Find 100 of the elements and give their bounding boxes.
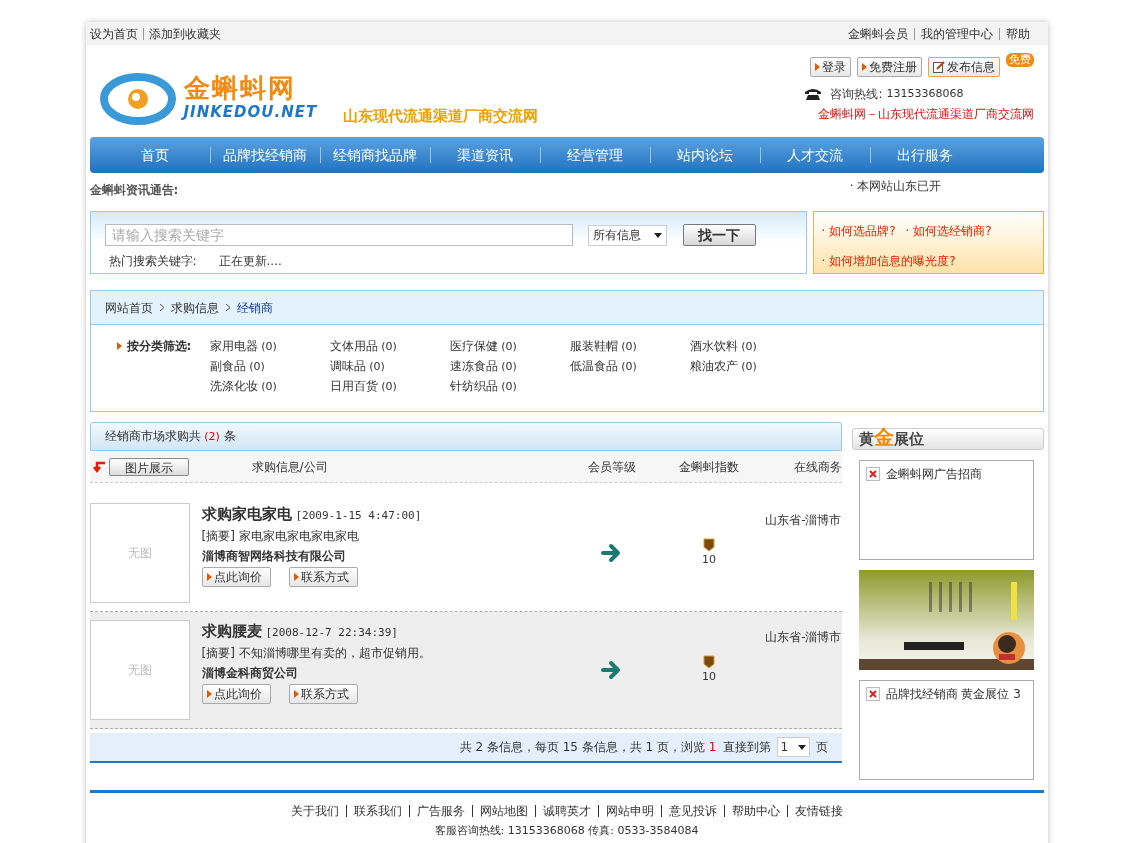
footer-link[interactable]: 网站地图 (471, 805, 535, 817)
arrow-right-icon (600, 543, 623, 563)
nav-item[interactable]: 经销商找品牌 (319, 147, 430, 163)
page-unit: 页 (815, 739, 828, 756)
phone-icon (804, 88, 823, 100)
breadcrumb-link[interactable]: 求购信息 (170, 298, 219, 317)
nav-item[interactable]: 人才交流 (759, 147, 870, 163)
tip-link[interactable]: · 如何选经销商? (905, 222, 992, 240)
page-select[interactable]: 1 (776, 737, 810, 757)
shield-icon (703, 537, 715, 552)
account-button[interactable]: 登录 (809, 57, 851, 77)
edit-icon (932, 61, 945, 73)
nav-item[interactable]: 渠道资讯 (429, 147, 540, 163)
top-link[interactable]: 金蝌蚪会员 (841, 27, 914, 40)
account-button[interactable]: 发布信息 (927, 57, 1000, 77)
caret-down-icon (797, 744, 806, 750)
location: 山东省-淄博市 (764, 512, 842, 529)
category-link[interactable]: 家用电器 (0) (209, 337, 330, 355)
listing-time: [2008-12-7 22:34:39] (265, 625, 398, 641)
listing-title[interactable]: 求购腰麦 (201, 620, 262, 643)
nav-item[interactable]: 品牌找经销商 (209, 147, 320, 163)
footer-link[interactable]: 网站申明 (597, 805, 661, 817)
category-link[interactable]: 调味品 (0) (329, 357, 450, 375)
action-button[interactable]: 联系方式 (288, 566, 358, 587)
triangle-icon (206, 689, 212, 698)
listing-title[interactable]: 求购家电家电 (201, 503, 292, 526)
broken-image-icon (865, 687, 880, 701)
no-image-label: 无图 (127, 662, 152, 679)
account-button[interactable]: 免费注册 (856, 57, 922, 77)
ad-slot[interactable]: 品牌找经销商 黄金展位 3 (858, 680, 1034, 780)
category-link[interactable]: 服装鞋帽 (0) (569, 337, 690, 355)
notice-label: 金蝌蚪资讯通告: (89, 182, 179, 199)
category-link[interactable]: 洗涤化妆 (0) (209, 377, 330, 395)
column-header: 在线商务 (792, 458, 842, 476)
nav-item[interactable]: 首页 (99, 147, 210, 163)
pager-text: 共 2 条信息，每页 15 条信息，共 1 页，浏览 1 (459, 739, 717, 756)
footer-link[interactable]: 广告服务 (408, 805, 472, 817)
picture-view-button[interactable]: 图片展示 (108, 457, 189, 476)
breadcrumb-link[interactable]: 经销商 (236, 298, 273, 317)
top-link[interactable]: 添加到收藏夹 (142, 27, 226, 40)
footer-link[interactable]: 诚聘英才 (534, 805, 598, 817)
category-link[interactable]: 日用百货 (0) (329, 377, 450, 395)
category-link[interactable]: 速冻食品 (0) (449, 357, 570, 375)
sidebar-title: 黄金展位 (858, 427, 924, 449)
tip-link[interactable]: · 如何选品牌? (821, 222, 896, 240)
nav-item[interactable]: 经营管理 (539, 147, 650, 163)
action-button[interactable]: 点此询价 (201, 566, 271, 587)
action-button[interactable]: 联系方式 (288, 683, 358, 704)
footer-link[interactable]: 意见投诉 (660, 805, 724, 817)
triangle-icon (814, 63, 820, 71)
category-link[interactable]: 医疗保健 (0) (449, 337, 570, 355)
list-title: 经销商市场求购共 (2) 条 (104, 428, 236, 446)
jump-label: 直接到第 (722, 739, 771, 756)
hot-keywords-value: 正在更新.... (218, 253, 282, 270)
triangle-icon (293, 572, 299, 581)
hot-keywords-label: 热门搜索关键字: (108, 253, 197, 270)
ad-slot[interactable]: 金蝌蚪网广告招商 (858, 460, 1034, 560)
listing-time: [2009-1-15 4:47:00] (295, 508, 422, 524)
breadcrumb-link[interactable]: 网站首页 (104, 298, 153, 317)
top-link[interactable]: 设为首页 (89, 27, 143, 40)
footer-link[interactable]: 联系我们 (345, 805, 409, 817)
search-field[interactable]: 请输入搜索关键字 (104, 224, 573, 246)
chevron-right-icon (158, 303, 165, 312)
tip-link[interactable]: · 如何增加信息的曝光度? (821, 252, 1035, 270)
category-link[interactable]: 针纺织品 (0) (449, 377, 570, 395)
column-header: 会员等级 (586, 458, 637, 476)
category-link[interactable]: 粮油农产 (0) (689, 357, 810, 375)
logo-domain: JINKEDOU.NET (183, 103, 318, 121)
company-name: 淄博金科商贸公司 (201, 664, 299, 682)
nav-item[interactable]: 站内论坛 (649, 147, 760, 163)
footer-link[interactable]: 友情链接 (786, 805, 850, 817)
category-link[interactable]: 酒水饮料 (0) (689, 337, 810, 355)
category-link[interactable]: 文体用品 (0) (329, 337, 450, 355)
scope-select[interactable]: 所有信息 (587, 224, 667, 246)
footer-link[interactable]: 关于我们 (283, 805, 346, 817)
search-button[interactable]: 找一下 (682, 224, 756, 246)
logo-name: 金蝌蚪网 (183, 73, 297, 103)
site-logo[interactable]: 金蝌蚪网 JINKEDOU.NET (99, 69, 318, 125)
triangle-icon (206, 572, 212, 581)
footer-contact: 客服咨询热线: 13153368068 传真: 0533-3584084 (434, 823, 699, 839)
hotline-label: 咨询热线: (830, 86, 883, 103)
nav-item[interactable]: 出行服务 (869, 147, 980, 163)
chevron-right-icon (224, 303, 231, 312)
index-value: 10 (702, 551, 716, 568)
company-name: 淄博商智网络科技有限公司 (201, 547, 347, 565)
footer-link[interactable]: 帮助中心 (723, 805, 787, 817)
hotline-number: 13153368068 (886, 85, 964, 102)
category-link[interactable]: 低温食品 (0) (569, 357, 690, 375)
triangle-icon (861, 63, 867, 71)
listing-summary: [摘要] 家电家电家电家电家电 (201, 527, 360, 545)
top-link[interactable]: 我的管理中心 (913, 27, 999, 40)
column-header: 求购信息/公司 (251, 458, 328, 476)
action-button[interactable]: 点此询价 (201, 683, 271, 704)
top-link[interactable]: 帮助 (998, 27, 1036, 40)
triangle-icon (293, 689, 299, 698)
location: 山东省-淄博市 (764, 629, 842, 646)
notice-item[interactable]: · 本网站山东已开 (849, 177, 942, 195)
category-link[interactable]: 副食品 (0) (209, 357, 330, 375)
column-header: 金蝌蚪指数 (678, 458, 740, 476)
listing-summary: [摘要] 不知淄博哪里有卖的，超市促销用。 (201, 644, 431, 662)
